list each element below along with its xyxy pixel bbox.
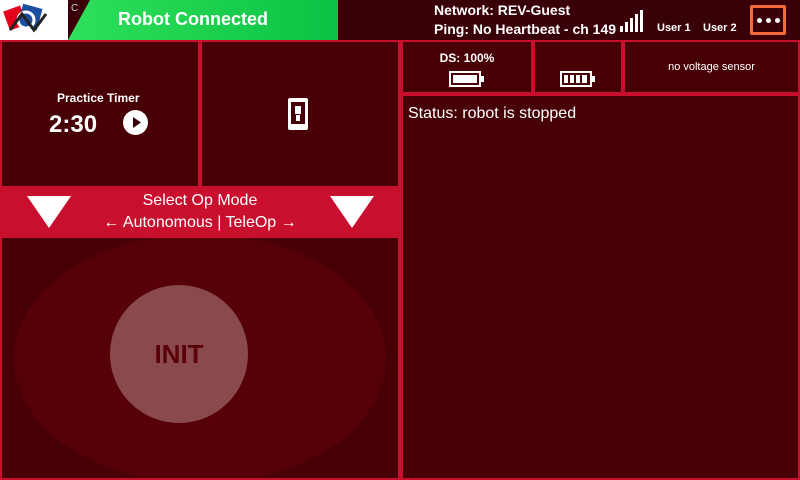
voltage-label: no voltage sensor: [668, 61, 755, 73]
init-label: INIT: [154, 338, 204, 369]
op-mode-subtitle: ← Autonomous | TeleOp →: [103, 214, 297, 231]
network-name: Network: REV-Guest: [434, 2, 571, 18]
signal-bars-icon: [620, 10, 643, 32]
timer-panel: [2, 42, 198, 186]
first-logo: [0, 0, 68, 40]
robot-battery-icon: [560, 71, 595, 87]
user-2-label[interactable]: User 2: [703, 22, 737, 34]
more-menu-button[interactable]: [750, 5, 786, 35]
init-button[interactable]: INIT: [110, 285, 248, 423]
timer-play-button[interactable]: [123, 110, 148, 135]
robot-phone-icon: [288, 98, 308, 130]
ds-battery-icon: [449, 71, 484, 87]
op-mode-title: Select Op Mode: [142, 192, 258, 209]
connection-status: Robot Connected: [118, 9, 268, 29]
status-text: Status: robot is stopped: [408, 105, 577, 122]
ping-status: Ping: No Heartbeat - ch 149: [434, 21, 617, 37]
logo-mark: C: [71, 3, 79, 14]
practice-timer-label: Practice Timer: [57, 91, 140, 105]
ds-battery-label: DS: 100%: [439, 51, 495, 65]
status-panel: [403, 96, 798, 478]
first-logo-icon: [3, 3, 48, 33]
user-1-label[interactable]: User 1: [657, 22, 691, 34]
play-icon: [133, 117, 141, 128]
timer-value: 2:30: [49, 111, 98, 138]
more-dots-icon: [756, 17, 762, 23]
